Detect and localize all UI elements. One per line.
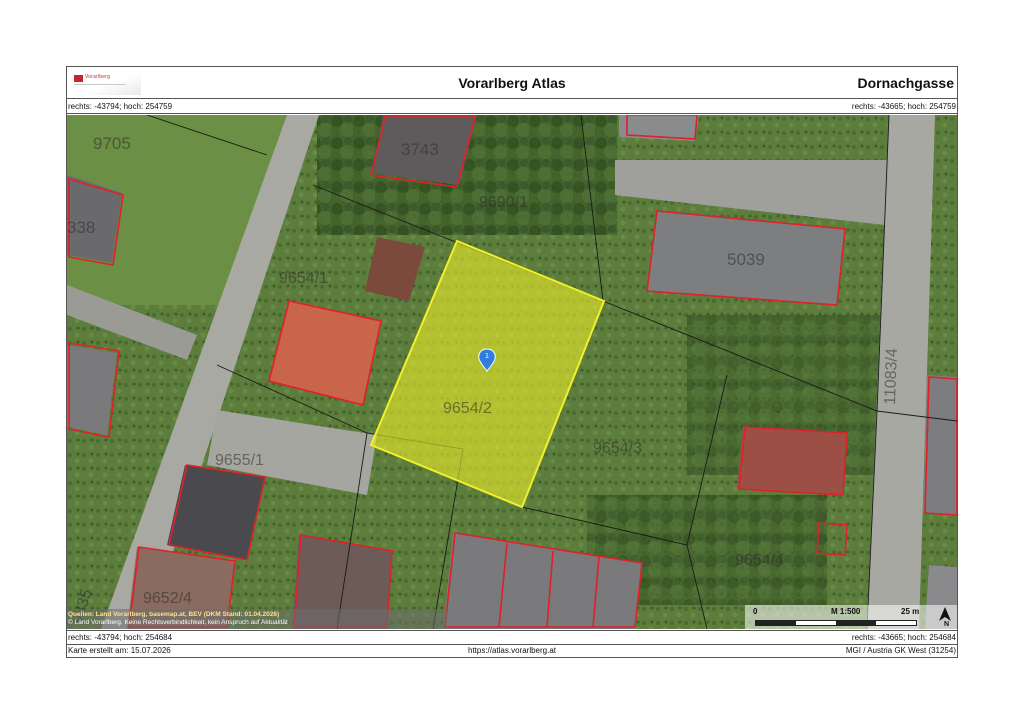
footer-bar: Karte erstellt am: 15.07.2026 https://at…	[67, 644, 957, 657]
parcel-label-9654-4: 9654/4	[735, 552, 784, 569]
scale-ratio-label: M 1:500	[831, 607, 861, 616]
map-credits: Quellen: Land Vorarlberg, basemap.at, BE…	[67, 609, 447, 629]
coord-top-left: rechts: -43794; hoch: 254759	[68, 102, 173, 111]
coord-bottom-right: rechts: -43665; hoch: 254684	[851, 633, 956, 642]
marker-label: 1	[485, 353, 489, 360]
scale-bar	[755, 620, 917, 626]
scale-end-label: 25 m	[901, 607, 920, 616]
atlas-url-link[interactable]: https://atlas.vorarlberg.at	[67, 645, 957, 657]
app-title: Vorarlberg Atlas	[458, 75, 566, 91]
parcel-label-3743: 3743	[401, 140, 439, 159]
parcel-label-9654-3: 9654/3	[593, 440, 642, 457]
parcel-label-338: 338	[67, 218, 95, 237]
projection-info: MGI / Austria GK West (31254)	[845, 646, 956, 655]
parcel-label-5039: 5039	[727, 250, 765, 269]
parcel-label-9705: 9705	[93, 134, 131, 153]
top-coordinates: rechts: -43794; hoch: 254759 rechts: -43…	[67, 100, 957, 114]
building-solar[interactable]	[737, 427, 847, 495]
map-canvas[interactable]: 9705 3743 338 9690/1 5039 9654/1 9654/2 …	[67, 115, 957, 629]
map-sheet: Vorarlberg Vorarlberg Atlas Dornachgasse…	[66, 66, 958, 658]
parcel-label-9654-1: 9654/1	[279, 270, 328, 287]
aerial-map[interactable]: 9705 3743 338 9690/1 5039 9654/1 9654/2 …	[67, 115, 957, 629]
scale-start-label: 0	[753, 607, 758, 616]
coord-top-right: rechts: -43665; hoch: 254759	[851, 102, 956, 111]
credits-sources: Quellen: Land Vorarlberg, basemap.at, BE…	[68, 611, 280, 618]
parcel-label-9655-1: 9655/1	[215, 452, 264, 469]
bottom-coordinates: rechts: -43794; hoch: 254684 rechts: -43…	[67, 630, 957, 644]
credits-disclaimer: © Land Vorarlberg. Keine Rechtsverbindli…	[68, 619, 288, 626]
parcel-label-9652-4: 9652/4	[143, 590, 192, 607]
north-label: N	[943, 621, 949, 628]
parcel-label-11083-4: 11083/4	[882, 348, 901, 405]
parcel-label-9654-2: 9654/2	[443, 400, 492, 417]
coord-bottom-left: rechts: -43794; hoch: 254684	[68, 633, 173, 642]
place-name: Dornachgasse	[857, 75, 954, 91]
header-bar: Vorarlberg Vorarlberg Atlas Dornachgasse	[67, 67, 957, 99]
scale-bar-panel: 0 M 1:500 25 m N	[745, 605, 957, 629]
parcel-label-9690-1: 9690/1	[479, 194, 528, 211]
